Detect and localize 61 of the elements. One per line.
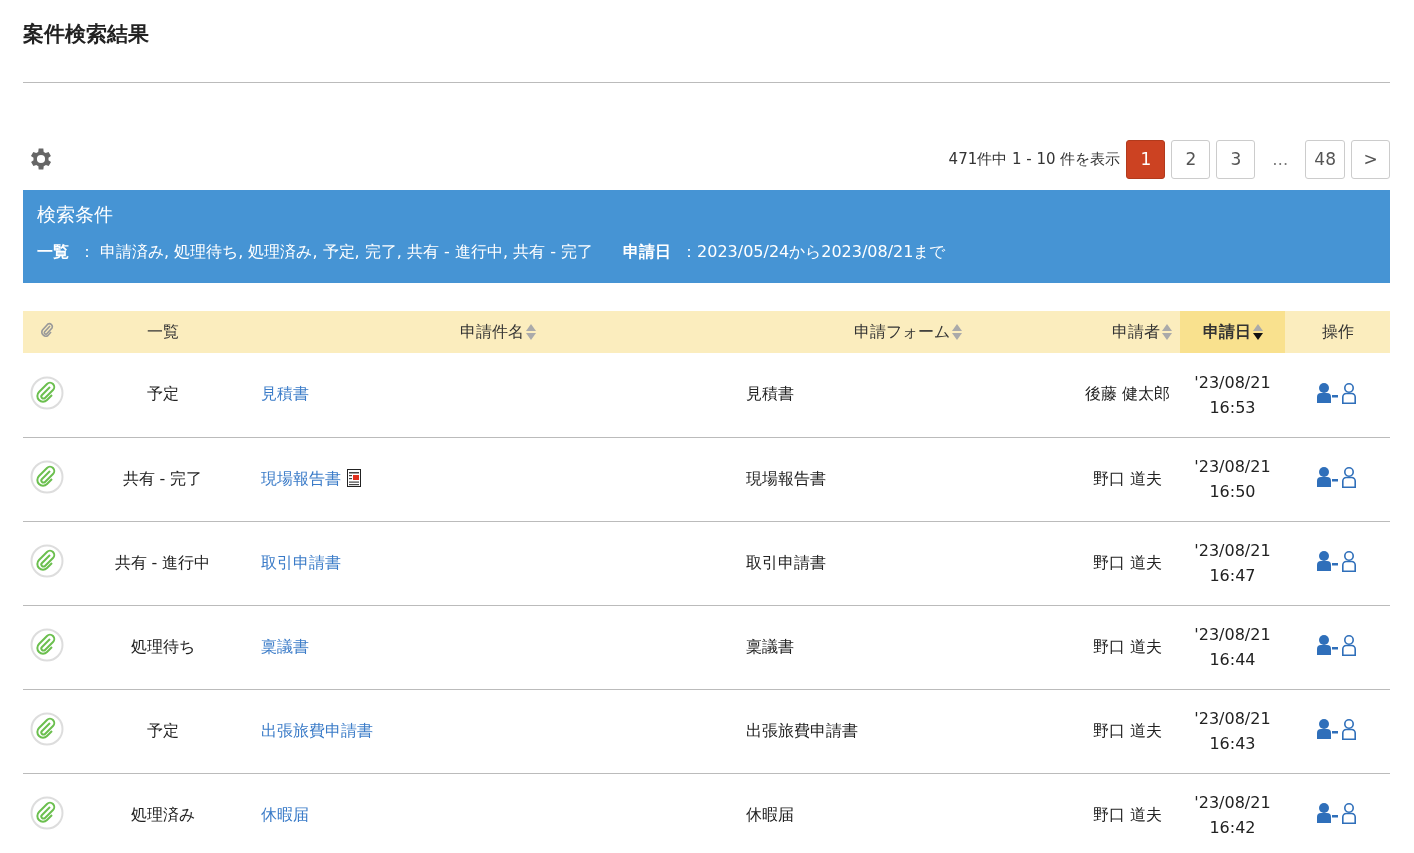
applicant-name: 野口 道夫 [1092, 636, 1163, 656]
form-name: 現場報告書 [746, 468, 826, 488]
time-text: 16:44 [1208, 649, 1257, 671]
time-text: 16:42 [1208, 817, 1257, 839]
date-text: '23/08/21 [1193, 624, 1272, 646]
status-text: 処理待ち [130, 636, 195, 656]
column-header[interactable]: 申請日 [1180, 311, 1285, 353]
pagination-ellipsis: … [1271, 149, 1290, 169]
condition-value: ： 申請済み, 処理待ち, 処理済み, 予定, 完了, 共有 - 進行中, 共有 - 完了 [79, 242, 593, 263]
condition-value: ：2023/05/24から2023/08/21まで [681, 242, 946, 263]
request-title-link[interactable]: 出張旅費申請書 [261, 720, 373, 740]
request-title-link[interactable]: 取引申請書 [261, 552, 341, 572]
date-text: '23/08/21 [1193, 371, 1272, 394]
condition-label: 一覧 [37, 242, 69, 263]
sort-icon [1252, 322, 1263, 342]
applicant-name: 野口 道夫 [1092, 804, 1163, 824]
result-count: 471件中 1 - 10 件を表示 [948, 149, 1121, 169]
next-page-button[interactable]: > [1351, 139, 1390, 179]
applicant-name: 後藤 健太郎 [1084, 384, 1171, 404]
applicant-name: 野口 道夫 [1092, 468, 1163, 488]
status-text: 処理済み [130, 804, 195, 824]
request-title-link[interactable]: 休暇届 [261, 804, 309, 824]
status-text: 予定 [146, 384, 179, 404]
sort-icon [1162, 322, 1172, 342]
page-title: 案件検索結果 [23, 21, 150, 48]
status-text: 予定 [146, 720, 179, 740]
form-name: 稟議書 [746, 636, 794, 656]
sort-icon [951, 322, 962, 342]
panel-title: 検索条件 [37, 202, 114, 227]
date-text: '23/08/21 [1193, 456, 1272, 478]
request-title-link[interactable]: 稟議書 [261, 636, 309, 656]
date-text: '23/08/21 [1193, 540, 1272, 562]
time-text: 16:47 [1208, 565, 1257, 587]
page-button[interactable]: 48 [1305, 139, 1345, 179]
applicant-name: 野口 道夫 [1092, 552, 1163, 572]
status-text: 共有 - 完了 [122, 468, 203, 488]
document-icon [347, 468, 361, 487]
sort-icon [525, 322, 536, 342]
form-name: 見積書 [746, 384, 794, 404]
request-title-link[interactable]: 見積書 [261, 384, 309, 404]
form-name: 取引申請書 [746, 552, 826, 572]
date-text: '23/08/21 [1193, 792, 1272, 814]
status-text: 共有 - 進行中 [114, 552, 211, 572]
page-button[interactable]: 2 [1171, 139, 1211, 179]
page-button[interactable]: 3 [1216, 139, 1256, 179]
applicant-name: 野口 道夫 [1092, 720, 1163, 740]
column-header[interactable]: 申請者 [1075, 311, 1180, 353]
column-header: 一覧 [70, 311, 255, 353]
condition-label: 申請日 [623, 242, 671, 263]
form-name: 休暇届 [746, 804, 794, 824]
column-header[interactable]: 申請フォーム [740, 311, 1075, 353]
date-text: '23/08/21 [1193, 708, 1272, 730]
page-button[interactable]: 1 [1126, 139, 1166, 179]
time-text: 16:53 [1208, 396, 1257, 419]
form-name: 出張旅費申請書 [746, 720, 858, 740]
request-title-link[interactable]: 現場報告書 [261, 468, 341, 488]
column-header: 操作 [1285, 311, 1390, 353]
time-text: 16:43 [1208, 733, 1257, 755]
column-header[interactable]: 申請件名 [255, 311, 740, 353]
time-text: 16:50 [1208, 481, 1257, 503]
paperclip-icon [39, 322, 54, 338]
